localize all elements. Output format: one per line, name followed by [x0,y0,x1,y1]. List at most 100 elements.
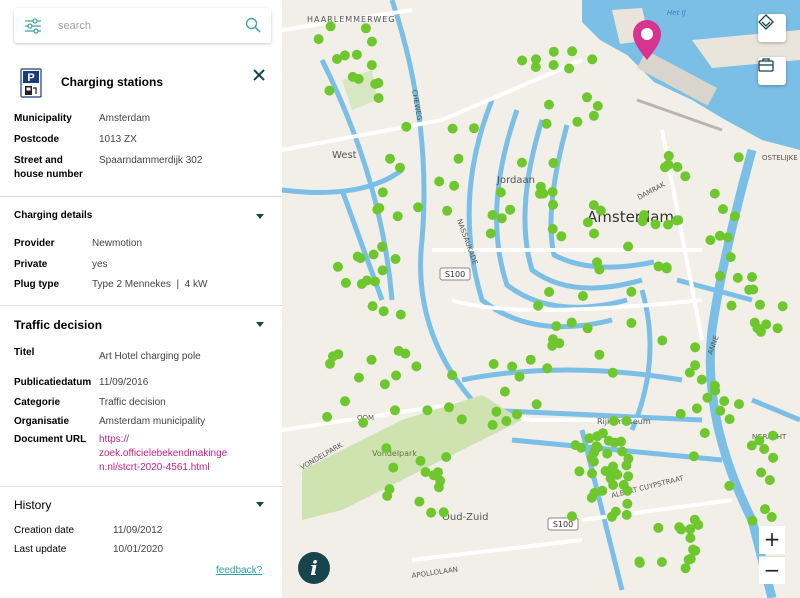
charging-station-marker[interactable] [382,490,393,501]
charging-station-marker[interactable] [606,511,617,522]
charging-station-marker[interactable] [324,85,335,96]
charging-station-marker[interactable] [747,272,757,282]
charging-station-marker[interactable] [438,507,449,518]
charging-station-marker[interactable] [373,93,384,103]
charging-station-marker[interactable] [592,101,603,111]
charging-station-marker[interactable] [587,468,597,479]
charging-station-marker[interactable] [385,153,395,164]
search-input[interactable] [58,16,238,36]
charging-station-marker[interactable] [531,399,542,410]
charging-station-marker[interactable] [761,319,772,330]
charging-station-marker[interactable] [675,408,686,419]
feedback-link[interactable]: feedback? [216,565,262,576]
charging-station-marker[interactable] [541,118,552,129]
charging-station-marker[interactable] [441,452,452,462]
charging-station-marker[interactable] [422,405,433,416]
charging-station-marker[interactable] [544,99,554,110]
charging-station-marker[interactable] [547,186,558,197]
charging-station-marker[interactable] [456,414,467,425]
charging-station-marker[interactable] [684,367,695,378]
charging-station-marker[interactable] [496,213,507,224]
charging-station-marker[interactable] [388,462,399,473]
charging-station-marker[interactable] [587,54,598,65]
charging-station-marker[interactable] [547,223,558,234]
charging-station-marker[interactable] [685,533,696,543]
charging-station-marker[interactable] [351,49,362,60]
charging-station-marker[interactable] [333,349,344,360]
charging-station-marker[interactable] [491,406,502,417]
charging-station-marker[interactable] [517,55,528,66]
charging-station-marker[interactable] [340,277,351,288]
charging-station-marker[interactable] [414,496,425,507]
charging-station-marker[interactable] [621,416,632,426]
charging-station-marker[interactable] [685,524,696,535]
charging-station-marker[interactable] [485,228,496,239]
charging-station-marker[interactable] [352,251,363,262]
charging-station-marker[interactable] [746,440,757,451]
charging-station-marker[interactable] [542,363,553,374]
charging-station-marker[interactable] [732,272,743,283]
charging-station-marker[interactable] [591,441,602,452]
charging-station-marker[interactable] [332,261,343,272]
charging-station-marker[interactable] [413,202,424,213]
charging-station-marker[interactable] [626,318,637,328]
charging-station-marker[interactable] [618,479,629,490]
charging-station-marker[interactable] [680,171,691,182]
charging-station-marker[interactable] [370,79,381,89]
info-button[interactable]: i [298,552,330,584]
charging-station-marker[interactable] [715,270,725,281]
charging-station-marker[interactable] [764,475,775,486]
charging-station-marker[interactable] [366,354,377,365]
history-toggle[interactable]: History [14,498,266,514]
charging-station-marker[interactable] [726,300,737,311]
charging-station-marker[interactable] [361,275,372,286]
charging-station-marker[interactable] [733,152,744,163]
charging-station-marker[interactable] [512,409,522,420]
charging-station-marker[interactable] [447,123,458,134]
charging-station-marker[interactable] [657,335,668,346]
charging-station-marker[interactable] [661,263,672,274]
charging-station-marker[interactable] [656,557,667,567]
charging-station-marker[interactable] [525,354,536,365]
charging-station-marker[interactable] [663,150,674,161]
charging-station-marker[interactable] [395,162,405,173]
charging-station-marker[interactable] [548,158,559,168]
charging-station-marker[interactable] [621,509,632,520]
charging-station-marker[interactable] [715,405,726,416]
charging-station-marker[interactable] [548,60,559,70]
charging-station-marker[interactable] [393,345,404,356]
charging-station-marker[interactable] [710,385,721,396]
charging-station-marker[interactable] [551,321,562,332]
charging-station-marker[interactable] [588,200,599,211]
charging-station-marker[interactable] [672,162,683,172]
charging-station-marker[interactable] [533,300,544,311]
charging-station-marker[interactable] [501,416,512,426]
charging-station-marker[interactable] [499,386,510,397]
charging-station-marker[interactable] [390,405,400,416]
charging-station-marker[interactable] [487,210,498,220]
charging-station-marker[interactable] [514,371,525,382]
charging-station-marker[interactable] [702,392,713,403]
charging-station-marker[interactable] [377,187,388,198]
charging-station-marker[interactable] [690,342,701,353]
charging-station-marker[interactable] [719,396,730,407]
charging-station-marker[interactable] [689,514,700,525]
charging-station-marker[interactable] [623,241,634,252]
close-icon[interactable] [251,67,267,83]
charging-station-marker[interactable] [339,50,350,61]
charging-station-marker[interactable] [748,284,759,295]
charging-station-marker[interactable] [676,524,687,535]
charging-station-marker[interactable] [495,187,506,198]
charging-station-marker[interactable] [353,372,364,383]
charging-station-marker[interactable] [680,563,691,574]
charging-station-marker[interactable] [505,204,516,215]
layers-button[interactable] [758,14,786,42]
charging-station-marker[interactable] [626,286,637,297]
charging-station-marker[interactable] [325,21,336,32]
charging-station-marker[interactable] [634,557,645,568]
charging-station-marker[interactable] [696,374,707,385]
charging-station-marker[interactable] [749,317,760,328]
charging-station-marker[interactable] [378,306,389,317]
charging-station-marker[interactable] [444,402,454,413]
charging-station-marker[interactable] [556,231,567,242]
